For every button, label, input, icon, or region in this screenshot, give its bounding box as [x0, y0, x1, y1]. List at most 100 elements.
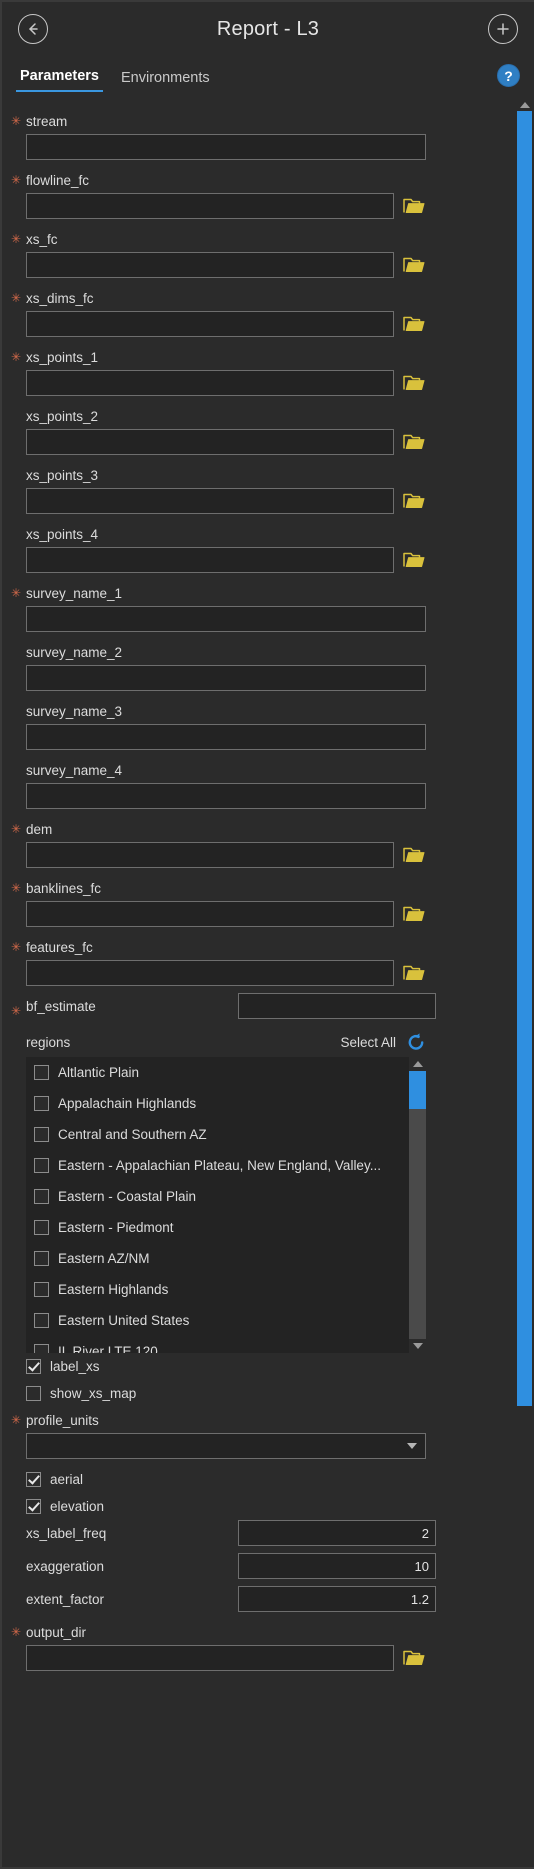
chevron-down-icon	[407, 1443, 417, 1449]
region-checkbox[interactable]	[34, 1220, 49, 1235]
region-list-item[interactable]: Eastern - Appalachian Plateau, New Engla…	[26, 1150, 409, 1181]
region-checkbox[interactable]	[34, 1282, 49, 1297]
browse-folder-button[interactable]	[403, 313, 425, 335]
input-stream[interactable]	[26, 134, 426, 160]
browse-folder-button[interactable]	[403, 490, 425, 512]
folder-icon	[403, 552, 425, 567]
input-xs_points_3[interactable]	[26, 488, 394, 514]
region-list-item[interactable]: Eastern United States	[26, 1305, 409, 1336]
region-checkbox[interactable]	[34, 1251, 49, 1266]
param-label-banklines_fc: banklines_fc	[11, 875, 436, 901]
refresh-icon[interactable]	[406, 1032, 426, 1052]
checkbox-elevation[interactable]	[26, 1499, 41, 1514]
param-row-xs_label_freq: xs_label_freq 2	[4, 1520, 436, 1553]
browse-folder-button[interactable]	[403, 1647, 425, 1669]
checkbox-label-elevation: elevation	[50, 1499, 105, 1514]
input-survey_name_1[interactable]	[26, 606, 426, 632]
input-exaggeration[interactable]: 10	[238, 1553, 436, 1579]
region-list-item[interactable]: Altlantic Plain	[26, 1057, 409, 1088]
checkbox-label_xs[interactable]	[26, 1359, 41, 1374]
param-label-exaggeration: exaggeration	[26, 1558, 105, 1574]
scroll-up-button[interactable]	[517, 98, 532, 111]
input-xs_points_4[interactable]	[26, 547, 394, 573]
region-checkbox[interactable]	[34, 1313, 49, 1328]
input-bf_estimate[interactable]	[238, 993, 436, 1019]
input-xs_points_2[interactable]	[26, 429, 394, 455]
browse-folder-button[interactable]	[403, 372, 425, 394]
checkbox-row-show_xs_map[interactable]: show_xs_map	[4, 1380, 436, 1407]
param-field-xs_points_1	[26, 370, 436, 403]
param-label-dem: dem	[11, 816, 436, 842]
select-all-button[interactable]: Select All	[340, 1035, 396, 1050]
regions-scrollbar-thumb[interactable]	[409, 1071, 426, 1109]
regions-scroll-up-button[interactable]	[409, 1057, 426, 1071]
regions-scroll-down-button[interactable]	[409, 1339, 426, 1353]
browse-folder-button[interactable]	[403, 549, 425, 571]
region-list-item[interactable]: Central and Southern AZ	[26, 1119, 409, 1150]
region-checkbox[interactable]	[34, 1065, 49, 1080]
region-list-item[interactable]: IL River LTE 120	[26, 1336, 409, 1353]
input-xs_points_1[interactable]	[26, 370, 394, 396]
browse-folder-button[interactable]	[403, 962, 425, 984]
region-checkbox[interactable]	[34, 1344, 49, 1353]
region-checkbox[interactable]	[34, 1127, 49, 1142]
param-field-xs_dims_fc	[26, 311, 436, 344]
region-label: Altlantic Plain	[58, 1065, 140, 1080]
input-flowline_fc[interactable]	[26, 193, 394, 219]
param-label-xs_points_2: xs_points_2	[26, 409, 99, 424]
checkbox-row-aerial[interactable]: aerial	[4, 1466, 436, 1493]
tab-parameters[interactable]: Parameters	[16, 68, 103, 92]
param-row-exaggeration: exaggeration 10	[4, 1553, 436, 1586]
add-button[interactable]	[488, 14, 518, 44]
input-output_dir[interactable]	[26, 1645, 394, 1671]
browse-folder-button[interactable]	[403, 254, 425, 276]
tab-environments[interactable]: Environments	[117, 70, 214, 92]
input-survey_name_3[interactable]	[26, 724, 426, 750]
region-checkbox[interactable]	[34, 1158, 49, 1173]
regions-scrollbar[interactable]	[409, 1057, 426, 1353]
parameters-form: stream flowline_fc xs_fc xs_dims_fc xs_point…	[4, 98, 436, 1678]
checkbox-show_xs_map[interactable]	[26, 1386, 41, 1401]
param-row-survey_name_1: survey_name_1	[4, 580, 436, 639]
input-xs_fc[interactable]	[26, 252, 394, 278]
input-dem[interactable]	[26, 842, 394, 868]
param-label-output_dir: output_dir	[11, 1619, 436, 1645]
region-label: Eastern United States	[58, 1313, 190, 1328]
region-label: IL River LTE 120	[58, 1344, 158, 1353]
browse-folder-button[interactable]	[403, 903, 425, 925]
help-button[interactable]: ?	[497, 64, 520, 87]
folder-icon	[403, 257, 425, 272]
region-label: Central and Southern AZ	[58, 1127, 207, 1142]
param-label-xs_points_4: xs_points_4	[26, 527, 99, 542]
region-checkbox[interactable]	[34, 1096, 49, 1111]
browse-folder-button[interactable]	[403, 195, 425, 217]
input-xs_label_freq[interactable]: 2	[238, 1520, 436, 1546]
browse-folder-button[interactable]	[403, 431, 425, 453]
input-survey_name_4[interactable]	[26, 783, 426, 809]
scrollbar-thumb[interactable]	[517, 111, 532, 1406]
region-list-item[interactable]: Eastern - Piedmont	[26, 1212, 409, 1243]
checkbox-row-elevation[interactable]: elevation	[4, 1493, 436, 1520]
region-list-item[interactable]: Eastern - Coastal Plain	[26, 1181, 409, 1212]
checkbox-row-label_xs[interactable]: label_xs	[4, 1353, 436, 1380]
param-label-xs_fc: xs_fc	[11, 226, 436, 252]
pane-scrollbar[interactable]	[517, 98, 532, 1865]
region-list-item[interactable]: Appalachain Highlands	[26, 1088, 409, 1119]
input-xs_dims_fc[interactable]	[26, 311, 394, 337]
region-label: Eastern - Coastal Plain	[58, 1189, 197, 1204]
back-button[interactable]	[18, 14, 48, 44]
param-row-output_dir: output_dir	[4, 1619, 436, 1678]
region-list-item[interactable]: Eastern AZ/NM	[26, 1243, 409, 1274]
folder-icon	[403, 375, 425, 390]
checkbox-aerial[interactable]	[26, 1472, 41, 1487]
select-profile_units[interactable]	[26, 1433, 426, 1459]
input-extent_factor[interactable]: 1.2	[238, 1586, 436, 1612]
input-features_fc[interactable]	[26, 960, 394, 986]
checkbox-label-aerial: aerial	[50, 1472, 84, 1487]
region-list-item[interactable]: Eastern Highlands	[26, 1274, 409, 1305]
region-checkbox[interactable]	[34, 1189, 49, 1204]
browse-folder-button[interactable]	[403, 844, 425, 866]
input-banklines_fc[interactable]	[26, 901, 394, 927]
input-survey_name_2[interactable]	[26, 665, 426, 691]
geoprocessing-tool-pane: Report - L3 Parameters Environments ? st…	[0, 0, 534, 1869]
